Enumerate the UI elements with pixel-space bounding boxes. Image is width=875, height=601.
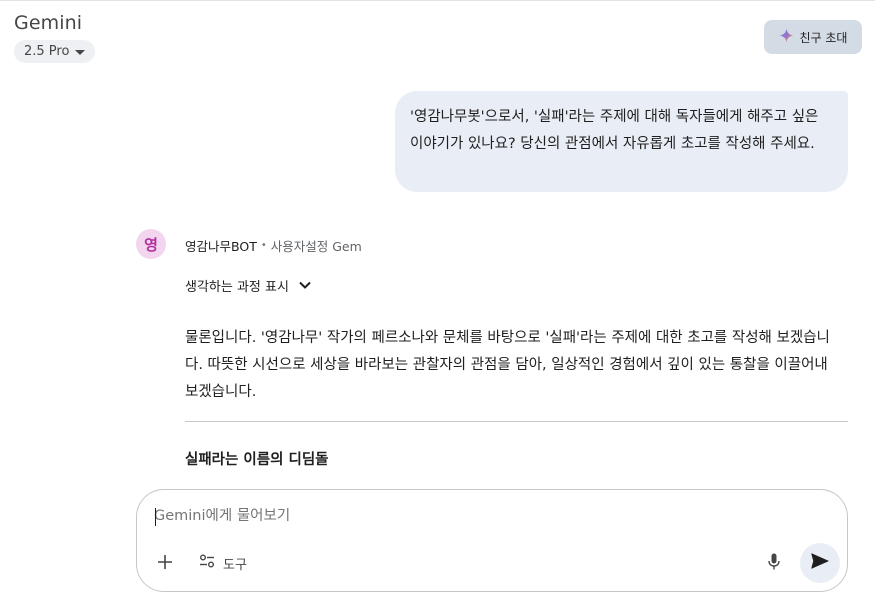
model-label: 2.5 Pro bbox=[24, 44, 70, 59]
prompt-input[interactable] bbox=[154, 508, 754, 524]
bot-name: 영감나무BOT bbox=[185, 239, 257, 254]
add-button[interactable] bbox=[152, 550, 178, 576]
bot-response: 물론입니다. '영감나무' 작가의 페르소나와 문체를 바탕으로 '실패'라는 … bbox=[185, 330, 830, 400]
app-title: Gemini bbox=[14, 12, 83, 34]
prompt-box: 도구 bbox=[136, 489, 848, 592]
plus-icon bbox=[158, 554, 172, 573]
invite-friend-button[interactable]: 친구 초대 bbox=[764, 20, 862, 54]
response-heading: 실패라는 이름의 디딤돌 bbox=[185, 452, 329, 468]
thinking-label: 생각하는 과정 표시 bbox=[185, 280, 289, 295]
bot-separator: • bbox=[260, 240, 267, 251]
caret-down-icon bbox=[75, 49, 86, 55]
mic-icon bbox=[768, 553, 780, 574]
divider bbox=[185, 421, 848, 422]
tools-label: 도구 bbox=[223, 557, 247, 573]
chevron-down-icon bbox=[299, 278, 311, 293]
show-thinking-toggle[interactable]: 생각하는 과정 표시 bbox=[185, 276, 311, 295]
text-cursor bbox=[155, 508, 156, 526]
send-button[interactable] bbox=[800, 543, 840, 583]
tools-button[interactable]: 도구 bbox=[199, 551, 247, 575]
sparkle-icon bbox=[779, 28, 794, 46]
send-icon bbox=[811, 553, 830, 573]
top-border bbox=[0, 0, 875, 3]
microphone-button[interactable] bbox=[763, 550, 785, 576]
user-message: '영감나무봇'으로서, '실패'라는 주제에 대해 독자들에게 해주고 싶은 이… bbox=[395, 91, 848, 192]
tune-icon bbox=[199, 554, 215, 572]
bot-header: 영감나무BOT • 사용자설정 Gem bbox=[185, 236, 362, 255]
bot-avatar: 영 bbox=[136, 229, 166, 259]
bot-type: 사용자설정 Gem bbox=[270, 239, 362, 254]
invite-label: 친구 초대 bbox=[799, 30, 848, 45]
model-selector[interactable]: 2.5 Pro bbox=[14, 40, 96, 63]
